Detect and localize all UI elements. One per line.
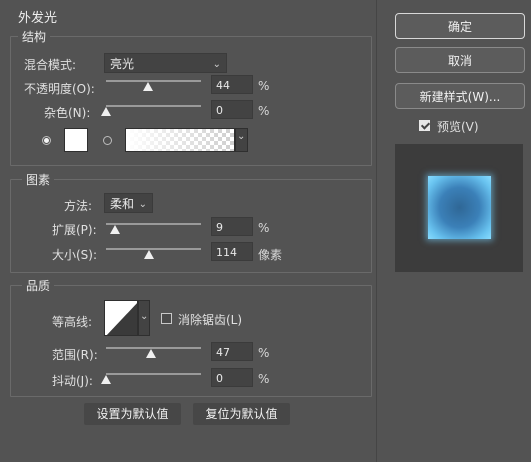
elements-legend: 图素 [22,171,55,188]
blend-mode-select[interactable]: 亮光 ⌄ [104,53,227,73]
noise-label: 杂色(N): [44,106,91,120]
spread-slider-track[interactable] [106,223,201,225]
contour-label: 等高线: [52,315,93,329]
size-input[interactable]: 114 [211,242,253,261]
preview-pane [395,144,523,272]
spread-label: 扩展(P): [52,223,97,237]
blend-mode-label: 混合模式: [24,58,77,72]
range-slider-thumb[interactable] [145,349,156,358]
noise-unit: % [258,104,270,118]
range-unit: % [258,346,270,360]
range-input[interactable]: 47 [211,342,253,361]
jitter-unit: % [258,372,270,386]
set-default-button[interactable]: 设置为默认值 [84,403,181,425]
jitter-input[interactable]: 0 [211,368,253,387]
preview-checkbox[interactable] [419,120,430,131]
technique-value: 柔和 [110,197,135,211]
new-style-button[interactable]: 新建样式(W)... [395,83,525,109]
opacity-unit: % [258,79,270,93]
gradient-radio[interactable] [103,136,112,145]
reset-default-button[interactable]: 复位为默认值 [193,403,290,425]
quality-legend: 品质 [22,277,55,294]
spread-slider-thumb[interactable] [109,225,120,234]
jitter-label: 抖动(J): [52,374,93,388]
cancel-button[interactable]: 取消 [395,47,525,73]
gradient-swatch[interactable] [125,128,235,152]
size-label: 大小(S): [52,248,98,262]
chevron-down-icon: ⌄ [140,311,149,322]
preview-thumbnail [428,176,491,239]
antialias-checkbox[interactable] [161,313,172,324]
opacity-input[interactable]: 44 [211,75,253,94]
panel-divider [376,0,377,462]
opacity-slider-thumb[interactable] [142,82,153,91]
chevron-down-icon: ⌄ [212,59,221,70]
ok-button[interactable]: 确定 [395,13,525,39]
solid-color-radio[interactable] [42,136,51,145]
antialias-label: 消除锯齿(L) [178,313,243,327]
contour-curve-icon [105,301,137,335]
blend-mode-value: 亮光 [110,57,135,71]
range-label: 范围(R): [52,348,98,362]
noise-slider-thumb[interactable] [101,107,111,116]
preview-label: 预览(V) [437,120,479,134]
opacity-slider-track[interactable] [106,80,201,82]
chevron-down-icon: ⌄ [138,199,147,210]
noise-slider-track[interactable] [106,105,201,107]
spread-input[interactable]: 9 [211,217,253,236]
noise-input[interactable]: 0 [211,100,253,119]
gradient-picker-button[interactable]: ⌄ [235,128,248,152]
structure-legend: 结构 [18,28,51,45]
contour-swatch[interactable] [104,300,138,336]
technique-label: 方法: [64,199,93,213]
glow-color-swatch[interactable] [64,128,88,152]
spread-unit: % [258,221,270,235]
opacity-label: 不透明度(O): [24,82,95,96]
size-unit: 像素 [258,248,283,262]
contour-picker-button[interactable]: ⌄ [138,300,150,336]
jitter-slider-thumb[interactable] [101,375,111,384]
dialog-title: 外发光 [18,11,58,26]
size-slider-thumb[interactable] [144,250,155,259]
technique-select[interactable]: 柔和 ⌄ [104,193,153,213]
jitter-slider-track[interactable] [106,373,201,375]
chevron-down-icon: ⌄ [237,131,246,142]
